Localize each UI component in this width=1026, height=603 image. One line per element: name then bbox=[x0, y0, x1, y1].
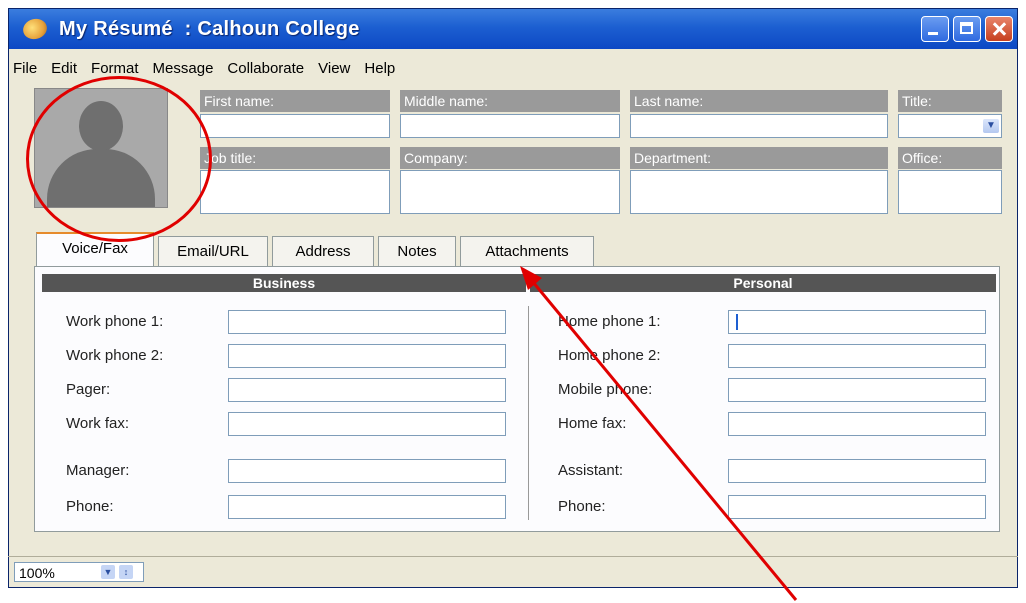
attachments-pointer-arrow bbox=[520, 266, 798, 601]
